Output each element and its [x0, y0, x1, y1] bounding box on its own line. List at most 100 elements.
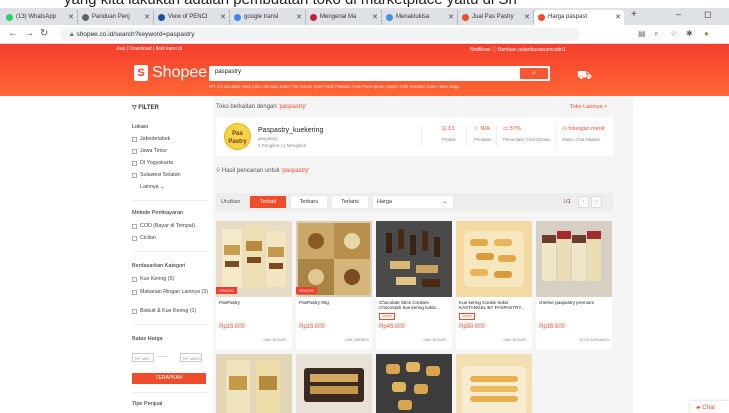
header-account-links[interactable]: Notifikasi ⓘ Bantuan putaribusianamustir… — [470, 46, 566, 53]
sort-terbaru-button[interactable]: Terbaru — [291, 196, 327, 208]
heart-icon[interactable]: ♡ — [459, 333, 463, 339]
filter-more-link[interactable]: Lainnya ⌄ — [140, 184, 164, 190]
back-icon[interactable]: ← — [8, 28, 18, 39]
product-card[interactable]: Kue kering Cookie kukis KASTANGEL BY PAS… — [456, 221, 532, 349]
close-icon[interactable]: ✕ — [372, 13, 378, 21]
label-query: 'paspastry' — [278, 104, 307, 110]
browser-tab[interactable]: Jual Pas Pastry ✕ — [458, 10, 534, 25]
maximize-icon[interactable]: ◻ — [704, 9, 711, 20]
product-location: KOTA SURABAYA — [579, 338, 609, 342]
reload-icon[interactable]: ↻ — [40, 28, 48, 39]
results-query: 'paspastry' — [281, 168, 310, 174]
checkbox[interactable] — [132, 173, 137, 178]
translate-icon[interactable]: ▤ — [638, 29, 646, 38]
shop-name: Paspastry_kuekering — [258, 127, 324, 134]
product-card[interactable] — [456, 354, 532, 413]
chat-button[interactable]: ▰ Chat — [690, 401, 729, 413]
search-button[interactable]: ⌕ — [520, 68, 548, 79]
product-card[interactable]: Chocolate Stick Cookies Chocostick kue k… — [376, 221, 452, 349]
heart-icon[interactable]: ♡ — [539, 333, 543, 339]
price-min-input[interactable]: RP MIN — [132, 353, 154, 362]
checkbox[interactable] — [132, 236, 137, 241]
filter-option[interactable]: Biskuit & Kue Kering (1) — [132, 308, 196, 314]
shop-card[interactable]: Pas Pastry Paspastry_kuekering paspastry… — [216, 117, 613, 156]
browser-tab[interactable]: Mengenal Ma ✕ — [306, 10, 382, 25]
total-pages: /1 — [566, 199, 571, 205]
checkbox[interactable] — [132, 149, 137, 154]
checkbox[interactable] — [132, 309, 137, 314]
heart-icon[interactable]: ♡ — [379, 333, 383, 339]
minimize-icon[interactable]: – — [676, 9, 681, 19]
close-icon[interactable]: ✕ — [220, 13, 226, 21]
checkbox[interactable] — [132, 224, 137, 229]
sort-terkait-button[interactable]: Terkait — [250, 196, 286, 208]
product-name: Chocolate Stick Cookies Chocostick kue k… — [379, 300, 440, 311]
url-field[interactable]: 🔒︎ shopee.co.id/search?keyword=paspastry — [60, 28, 580, 41]
filter-option-label: Makanan Ringan Lainnya (3) — [140, 289, 209, 295]
checkbox[interactable] — [132, 277, 137, 282]
avatar[interactable]: ● — [704, 29, 709, 38]
filter-lokasi-title: Lokasi — [132, 124, 148, 130]
close-icon[interactable]: ✕ — [615, 13, 621, 21]
forward-icon[interactable]: → — [24, 28, 34, 39]
filter-option[interactable]: Jabodetabek — [132, 136, 170, 142]
price-sort-select[interactable]: Harga ⌄ — [373, 196, 453, 208]
browser-tab[interactable]: (13) WhatsApp ✕ — [2, 10, 78, 25]
cart-icon[interactable]: ⛟ — [577, 68, 592, 84]
filter-option[interactable]: COD (Bayar di Tempat) — [132, 223, 195, 229]
extensions-icon[interactable]: ✱ — [686, 29, 693, 38]
chevron-down-icon: ⌄ — [442, 199, 447, 205]
shopee-logo[interactable]: S Shopee — [134, 64, 207, 82]
filter-option[interactable]: Kue Kering (5) — [132, 276, 174, 282]
new-tab-icon[interactable]: + — [631, 9, 637, 20]
product-card[interactable]: GRATIS PasPastry 60g Rp15.000 ♡ KAB. BRE… — [296, 221, 372, 349]
shopee-icon — [462, 14, 469, 21]
price-max-input[interactable]: RP MAKS — [180, 353, 202, 362]
filter-option[interactable]: DI Yogyakarta — [132, 160, 173, 166]
next-page-button[interactable]: › — [591, 196, 602, 208]
checkbox[interactable] — [132, 161, 137, 166]
bookmark-star-icon[interactable]: ☆ — [670, 29, 677, 38]
product-card[interactable]: GRATIS PasPastry Rp15.000 ♡ KAB. BOGOR..… — [216, 221, 292, 349]
heart-icon[interactable]: ♡ — [299, 333, 303, 339]
checkbox[interactable] — [132, 290, 137, 295]
close-icon[interactable]: ✕ — [524, 13, 530, 21]
product-card[interactable]: cheese paspastry premium Rp16.500 ♡ KOTA… — [536, 221, 612, 349]
product-name: PasPastry 60g — [299, 300, 329, 305]
filter-option[interactable]: Sulawesi Selatan — [132, 172, 181, 178]
stat-rating: ☆ N/A — [474, 126, 490, 132]
results-prefix: Hasil pencarian untuk — [221, 168, 282, 174]
header-top-links[interactable]: Jual | Download | Ikuti kami di — [116, 46, 182, 52]
product-card[interactable] — [296, 354, 372, 413]
filter-option-label: Cicilan — [140, 235, 156, 241]
filter-option[interactable]: Cicilan — [132, 235, 156, 241]
close-icon[interactable]: ✕ — [144, 13, 150, 21]
zoom-icon[interactable]: ⌕ — [654, 29, 658, 39]
heart-icon[interactable]: ♡ — [219, 333, 223, 339]
more-shops-link[interactable]: Toko Lainnya > — [570, 104, 607, 110]
browser-tab[interactable]: View of PENCI ✕ — [154, 10, 230, 25]
checkbox[interactable] — [132, 137, 137, 142]
product-card[interactable] — [216, 354, 292, 413]
filter-option[interactable]: Jawa Timur — [132, 148, 167, 154]
divider — [132, 200, 208, 201]
browser-tab[interactable]: Panduan Penj ✕ — [78, 10, 154, 25]
price-sort-label: Harga — [377, 199, 392, 205]
close-icon[interactable]: ✕ — [296, 13, 302, 21]
search-input[interactable]: paspastry ⌕ — [209, 66, 550, 81]
filter-option-label: COD (Bayar di Tempat) — [140, 223, 195, 229]
lightbulb-icon: 💡︎ — [216, 168, 221, 174]
close-icon[interactable]: ✕ — [68, 13, 74, 21]
browser-tab-active[interactable]: Harga paspast ✕ — [534, 10, 624, 25]
filter-option[interactable]: Makanan Ringan Lainnya (3) — [132, 289, 210, 295]
sort-terlaris-button[interactable]: Terlaris — [332, 196, 368, 208]
prev-page-button[interactable]: ‹ — [578, 196, 589, 208]
browser-tab[interactable]: google transl ✕ — [230, 10, 306, 25]
apply-price-button[interactable]: TERAPKAN — [132, 373, 206, 384]
search-suggestions[interactable]: KIT 1/3 Dw Baju Anak Laki Laki Baju Koko… — [209, 84, 459, 89]
product-card[interactable] — [376, 354, 452, 413]
screen: yang kita lakukan adalah pembuatan toko … — [0, 0, 729, 413]
close-icon[interactable]: ✕ — [448, 13, 454, 21]
product-image — [376, 354, 452, 413]
browser-tab[interactable]: Menakluklsa ✕ — [382, 10, 458, 25]
